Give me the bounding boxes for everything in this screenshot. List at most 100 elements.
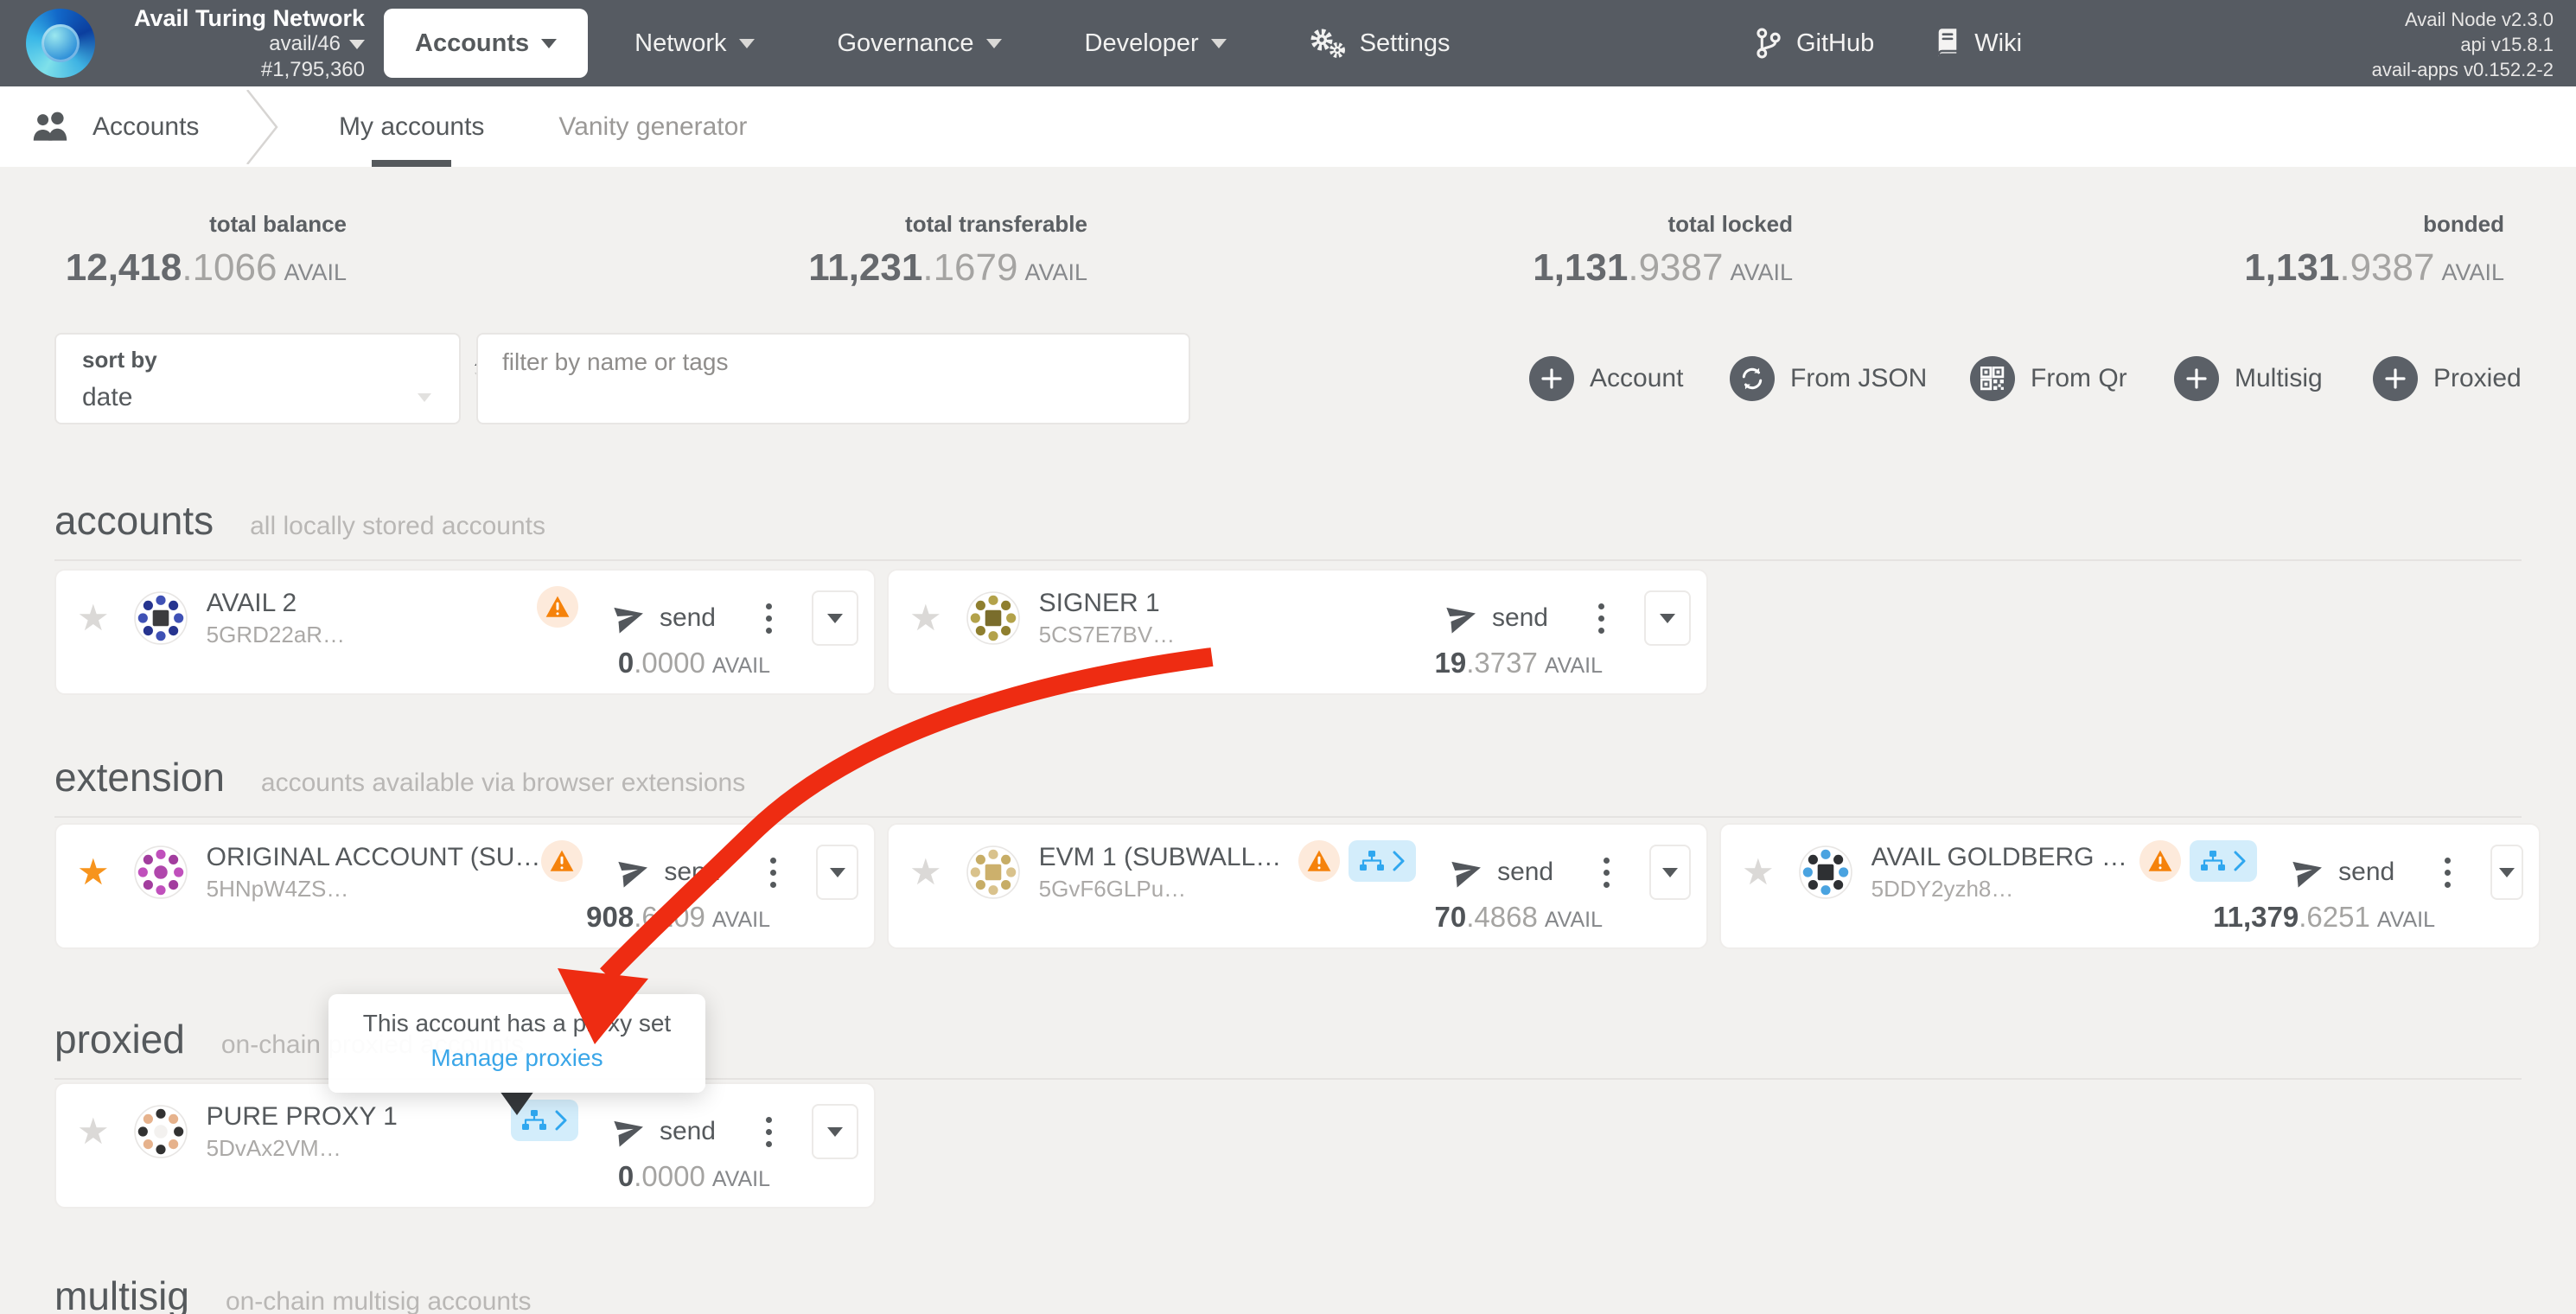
account-balance: 0.0000AVAIL [618,1160,770,1193]
plus-icon [2373,356,2418,401]
send-button-label: send [1497,858,1553,887]
sitemap-icon [2200,850,2226,872]
git-branch-icon [1755,28,1782,59]
more-menu-button[interactable] [761,598,777,639]
account-balance: 11,379.6251AVAIL [2213,901,2435,934]
send-button[interactable]: send [615,1117,716,1146]
stat-label: total locked [1533,211,1793,238]
send-icon [1450,855,1486,890]
expand-button[interactable] [1644,590,1691,646]
filter-input[interactable] [502,348,1168,376]
proxy-badge[interactable] [2190,840,2257,882]
add-from-qr-button[interactable]: From Qr [1970,356,2127,401]
section-subtitle: accounts available via browser extension… [261,769,745,797]
account-balance: 19.3737AVAIL [1435,647,1603,679]
more-menu-button[interactable] [761,1112,777,1152]
chevron-right-icon [2233,851,2247,871]
section-head-multisig: multisigon-chain multisig accounts [54,1273,2522,1314]
plus-icon [1529,356,1574,401]
expand-button[interactable] [816,845,858,900]
stat-label: bonded [2244,211,2504,238]
account-card-signer-1: ★SIGNER 15CS7E7BV…send19.3737AVAIL [887,569,1708,695]
badge-group [1298,840,1416,882]
more-menu-button[interactable] [1593,598,1610,639]
account-identity: AVAIL 2 5GRD22aR… [207,589,345,648]
stat-value: 12,418.1066AVAIL [66,246,347,290]
sort-select[interactable]: sort by date [54,333,461,424]
account-balance: 0.0000AVAIL [618,647,770,679]
account-address: 5GRD22aR… [207,622,345,648]
send-button[interactable]: send [1452,858,1553,887]
version-line: Avail Node v2.3.0 [2372,7,2554,32]
add-proxied-button[interactable]: Proxied [2373,356,2522,401]
nav-item-developer[interactable]: Developer [1085,29,1227,58]
warning-badge [1298,840,1340,882]
avail-logo[interactable] [26,9,95,78]
nav-item-network[interactable]: Network [634,29,754,58]
expand-button[interactable] [2490,845,2523,900]
more-menu-button[interactable] [765,852,781,893]
account-balance: 70.4868AVAIL [1435,901,1603,934]
account-card-avail-2: ★ AVAIL 2 5GRD22aR… send 0.0000AVAIL [54,569,876,695]
network-info[interactable]: Avail Turing Network avail/46 #1,795,360 [121,5,365,83]
stat-label: total balance [66,211,347,238]
nav-item-settings[interactable]: Settings [1310,28,1451,59]
favorite-star[interactable]: ★ [909,600,942,636]
nav-item-governance[interactable]: Governance [838,29,1002,58]
section-subtitle: all locally stored accounts [250,512,545,540]
send-icon [1444,601,1481,636]
send-icon [612,1114,648,1150]
account-name: EVM 1 (SUBWALLET-JS) [1039,843,1298,872]
chevron-down-icon [1211,39,1227,48]
account-card-evm-1-subwallet-js: ★ EVM 1 (SUBWALLET-JS) 5GvF6GLPu… send 70.48… [887,823,1708,949]
badge-group [2139,840,2257,882]
section-head-extension: extensionaccounts available via browser … [54,754,2522,818]
more-menu-button[interactable] [2439,852,2456,893]
send-button[interactable]: send [1447,603,1548,633]
expand-button[interactable] [1649,845,1691,900]
section-subtitle: on-chain multisig accounts [226,1287,532,1314]
favorite-star[interactable]: ★ [909,854,942,890]
add-multisig-button[interactable]: Multisig [2174,356,2323,401]
account-name: AVAIL 2 [207,589,345,618]
sort-value: date [82,383,132,412]
add-from-json-button[interactable]: From JSON [1730,356,1927,401]
favorite-star[interactable]: ★ [77,1113,110,1150]
tooltip-pointer [500,1091,534,1115]
cards-row-extension: ★ORIGINAL ACCOUNT (SUBW…5HNpW4ZS…send908… [54,823,2541,949]
send-button-label: send [660,603,716,633]
favorite-star[interactable]: ★ [1742,854,1775,890]
send-button[interactable]: send [619,858,720,887]
sync-icon [1740,367,1764,391]
send-button[interactable]: send [615,603,716,633]
header-link-label: GitHub [1796,29,1874,58]
account-name: AVAIL GOLDBERG 1 (EXTENSI… [1871,843,2140,872]
header-link-wiki[interactable]: Wiki [1935,28,2022,59]
chevron-down-icon [1662,868,1678,877]
account-address: 5GvF6GLPu… [1039,876,1298,903]
tab-vanity-generator[interactable]: Vanity generator [558,86,747,167]
send-button[interactable]: send [2293,858,2394,887]
account-balance: 908.6209AVAIL [586,901,770,934]
nav-item-accounts[interactable]: Accounts [384,9,588,78]
identicon [134,591,188,645]
proxy-badge[interactable] [1349,840,1416,882]
tab-my-accounts[interactable]: My accounts [339,86,484,167]
send-button-label: send [2338,858,2394,887]
favorite-star[interactable]: ★ [77,600,110,636]
version-info: Avail Node v2.3.0api v15.8.1avail-apps v… [2372,7,2554,82]
sidebar-item-accounts[interactable]: Accounts [30,86,199,167]
warning-icon [545,595,571,619]
header-link-github[interactable]: GitHub [1755,28,1874,59]
manage-proxies-link[interactable]: Manage proxies [328,1044,705,1072]
expand-button[interactable] [812,1104,858,1159]
chevron-right-icon [1392,851,1406,871]
top-bar: Avail Turing Network avail/46 #1,795,360… [0,0,2576,86]
expand-button[interactable] [812,590,858,646]
favorite-star[interactable]: ★ [77,854,110,890]
account-card-original-account-subw: ★ORIGINAL ACCOUNT (SUBW…5HNpW4ZS…send908… [54,823,876,949]
plus-icon [2185,367,2208,390]
more-menu-button[interactable] [1598,852,1615,893]
add-account-button[interactable]: Account [1529,356,1683,401]
account-address: 5DDY2yzh8… [1871,876,2140,903]
